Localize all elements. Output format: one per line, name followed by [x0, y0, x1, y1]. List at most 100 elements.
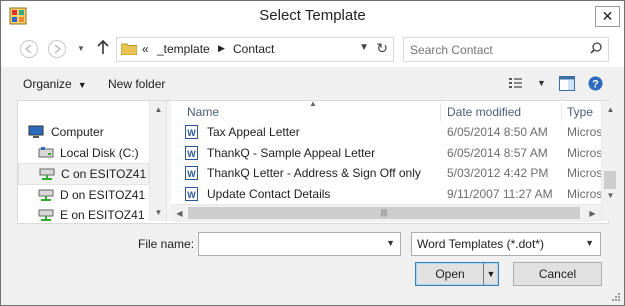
- folder-icon: [121, 43, 137, 55]
- resize-grip-icon[interactable]: [611, 292, 621, 302]
- file-row[interactable]: W Update Contact Details 9/11/2007 11:27…: [171, 184, 602, 204]
- back-arrow-icon[interactable]: [19, 39, 39, 59]
- network-drive-icon: [38, 209, 54, 221]
- svg-text:?: ?: [592, 79, 599, 91]
- nav-item-label: Local Disk (C:): [60, 146, 139, 160]
- up-arrow-icon[interactable]: [93, 39, 113, 59]
- organize-label: Organize: [23, 77, 72, 91]
- open-button[interactable]: Open ▼: [415, 262, 499, 286]
- organize-button[interactable]: Organize ▼: [23, 77, 87, 91]
- column-header-date-modified[interactable]: Date modified: [447, 101, 521, 123]
- navigation-bar: ▼ « _template ▶ Contact ▼ ↻: [1, 31, 624, 67]
- file-name: ThankQ - Sample Appeal Letter: [207, 146, 376, 160]
- filelist-horizontal-scrollbar[interactable]: ◀ ||| ▶: [171, 204, 601, 222]
- preview-pane-icon[interactable]: [559, 76, 575, 91]
- column-divider[interactable]: [440, 103, 441, 121]
- file-date: 6/05/2014 8:50 AM: [447, 125, 548, 139]
- command-toolbar: Organize ▼ New folder ▼ ?: [1, 67, 624, 100]
- nav-item-label: E on ESITOZ41: [60, 208, 145, 222]
- breadcrumb-overflow[interactable]: «: [142, 42, 149, 56]
- nav-item-e-on-esitoz41[interactable]: E on ESITOZ41: [18, 205, 149, 225]
- file-name: Tax Appeal Letter: [207, 125, 300, 139]
- file-type: Micros: [567, 166, 603, 180]
- browser-pane: Computer Local Disk (C:) C on ESITOZ41 D…: [17, 100, 619, 224]
- search-box[interactable]: [403, 37, 609, 62]
- file-name-dropdown-icon[interactable]: ▼: [386, 238, 395, 248]
- file-list: ▲ Name Date modified Type W Tax Appeal L…: [171, 101, 607, 221]
- sort-ascending-icon: ▲: [309, 101, 317, 108]
- column-header-name[interactable]: Name: [187, 101, 219, 123]
- file-type: Micros: [567, 125, 603, 139]
- scroll-down-icon[interactable]: ▼: [602, 187, 619, 204]
- svg-text:W: W: [187, 169, 196, 179]
- new-folder-button[interactable]: New folder: [108, 77, 165, 91]
- help-icon[interactable]: ?: [588, 76, 603, 91]
- file-date: 5/03/2012 4:42 PM: [447, 166, 549, 180]
- window-title: Select Template: [259, 7, 366, 24]
- refresh-icon[interactable]: ↻: [376, 40, 388, 57]
- search-input[interactable]: [408, 40, 582, 59]
- forward-arrow-icon[interactable]: [47, 39, 67, 59]
- word-template-icon: W: [185, 146, 198, 160]
- svg-text:W: W: [187, 128, 196, 138]
- filelist-vertical-scrollbar[interactable]: ▲ ▼: [601, 101, 619, 221]
- file-name-input[interactable]: [202, 235, 386, 254]
- word-template-icon: W: [185, 125, 198, 139]
- breadcrumb-template[interactable]: _template: [157, 42, 210, 56]
- view-options-chevron-icon[interactable]: ▼: [537, 78, 546, 88]
- scroll-up-icon[interactable]: ▲: [150, 101, 167, 118]
- file-date: 6/05/2014 8:57 AM: [447, 146, 548, 160]
- open-button-label: Open: [435, 267, 465, 281]
- nav-item-computer[interactable]: Computer: [18, 122, 149, 142]
- column-header-type[interactable]: Type: [567, 101, 593, 123]
- file-row[interactable]: W Tax Appeal Letter 6/05/2014 8:50 AM Mi…: [171, 122, 602, 142]
- scroll-left-icon[interactable]: ◀: [171, 205, 188, 222]
- title-bar: Select Template ✕: [1, 1, 624, 31]
- drive-icon: [38, 147, 54, 158]
- nav-item-label: D on ESITOZ41: [60, 188, 146, 202]
- nav-item-c-on-esitoz41[interactable]: C on ESITOZ41: [18, 163, 149, 185]
- filter-dropdown-icon[interactable]: ▼: [585, 238, 594, 248]
- nav-item-d-on-esitoz41[interactable]: D on ESITOZ41: [18, 185, 149, 205]
- file-type: Micros: [567, 146, 603, 160]
- horizontal-scroll-thumb[interactable]: |||: [188, 207, 580, 219]
- file-name-label: File name:: [138, 237, 195, 251]
- organize-caret-icon: ▼: [77, 80, 87, 90]
- navpane-scrollbar[interactable]: ▲ ▼: [149, 101, 167, 221]
- recent-locations-chevron-icon[interactable]: ▼: [71, 39, 91, 59]
- scroll-right-icon[interactable]: ▶: [584, 205, 601, 222]
- breadcrumb-separator-icon[interactable]: ▶: [218, 43, 225, 54]
- word-template-icon: W: [185, 187, 198, 201]
- column-divider[interactable]: [561, 103, 562, 121]
- navigation-pane: Computer Local Disk (C:) C on ESITOZ41 D…: [18, 101, 167, 222]
- word-template-icon: W: [185, 166, 198, 180]
- breadcrumb-contact[interactable]: Contact: [233, 42, 274, 56]
- nav-item-label: C on ESITOZ41: [61, 167, 147, 181]
- close-button[interactable]: ✕: [595, 6, 620, 27]
- cancel-button[interactable]: Cancel: [513, 262, 602, 286]
- svg-text:W: W: [187, 149, 196, 159]
- file-row[interactable]: W ThankQ - Sample Appeal Letter 6/05/201…: [171, 143, 602, 163]
- file-type-filter-select[interactable]: Word Templates (*.dot*) ▼: [411, 232, 601, 256]
- file-type: Micros: [567, 187, 603, 201]
- scroll-up-icon[interactable]: ▲: [602, 101, 619, 118]
- file-name: Update Contact Details: [207, 187, 331, 201]
- svg-text:W: W: [187, 190, 196, 200]
- network-drive-icon: [39, 168, 55, 180]
- network-drive-icon: [38, 189, 54, 201]
- address-dropdown-icon[interactable]: ▼: [359, 42, 369, 53]
- nav-item-label: Computer: [51, 125, 104, 139]
- change-view-icon[interactable]: [508, 76, 524, 90]
- file-name-combobox[interactable]: ▼: [198, 232, 401, 256]
- scroll-down-icon[interactable]: ▼: [150, 204, 167, 221]
- nav-item-local-disk[interactable]: Local Disk (C:): [18, 143, 149, 163]
- file-date: 9/11/2007 11:27 AM: [447, 187, 553, 201]
- open-split-dropdown-icon[interactable]: ▼: [483, 263, 498, 285]
- computer-icon: [28, 125, 44, 138]
- file-type-filter-value: Word Templates (*.dot*): [417, 237, 544, 251]
- file-row[interactable]: W ThankQ Letter - Address & Sign Off onl…: [171, 163, 602, 183]
- select-template-dialog: Select Template ✕ ▼ « _template ▶ Contac…: [0, 0, 625, 306]
- file-name: ThankQ Letter - Address & Sign Off only: [207, 166, 421, 180]
- search-icon[interactable]: [590, 42, 602, 54]
- address-bar[interactable]: « _template ▶ Contact ▼ ↻: [116, 37, 394, 62]
